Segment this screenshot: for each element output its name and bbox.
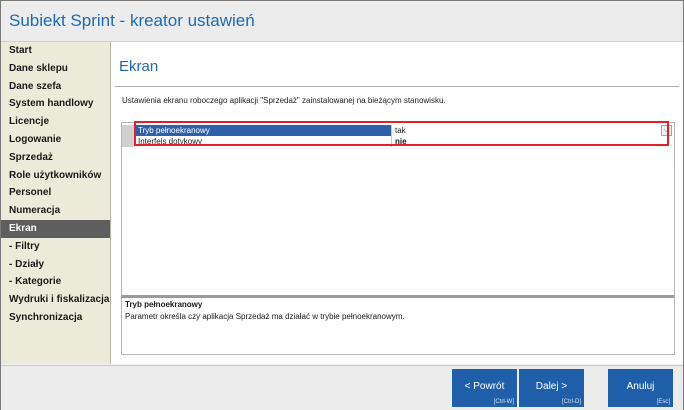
sidebar-item-logowanie[interactable]: Logowanie (1, 131, 110, 149)
next-button[interactable]: Dalej > [Ctrl-D] (519, 369, 584, 407)
title-bar: Subiekt Sprint - kreator ustawień (1, 1, 683, 42)
setting-row-fullscreen[interactable]: Tryb pełnoekranowy tak ⌵ (122, 125, 674, 136)
setting-description-title: Tryb pełnoekranowy (125, 300, 203, 309)
setting-value[interactable]: nie (391, 136, 663, 147)
next-button-label: Dalej > (535, 381, 568, 392)
sidebar-item-sprzedaz[interactable]: Sprzedaż (1, 149, 110, 167)
app-window: Subiekt Sprint - kreator ustawień Start … (0, 0, 684, 410)
cancel-button-label: Anuluj (626, 381, 655, 392)
chevron-down-icon[interactable]: ⌵ (661, 125, 672, 136)
setting-name: Interfejs dotykowy (135, 136, 391, 147)
sidebar-item-dane-sklepu[interactable]: Dane sklepu (1, 60, 110, 78)
sidebar-item-synchronizacja[interactable]: Synchronizacja (1, 309, 110, 327)
setting-row-touch[interactable]: Interfejs dotykowy nie (122, 136, 674, 147)
row-header (122, 136, 135, 147)
sidebar-item-numeracja[interactable]: Numeracja (1, 202, 110, 220)
sidebar-item-filtry[interactable]: - Filtry (1, 238, 110, 256)
sidebar-item-wydruki[interactable]: Wydruki i fiskalizacja (1, 291, 110, 309)
sidebar-item-personel[interactable]: Personel (1, 184, 110, 202)
back-button[interactable]: < Powrót [Ctrl-W] (452, 369, 517, 407)
next-button-shortcut: [Ctrl-D] (562, 399, 581, 405)
back-button-label: < Powrót (464, 381, 505, 392)
setting-description-panel: Tryb pełnoekranowy Parametr określa czy … (121, 295, 675, 355)
cancel-button-shortcut: [Esc] (656, 399, 670, 405)
setting-value-select[interactable]: tak (391, 125, 663, 136)
sidebar-item-licencje[interactable]: Licencje (1, 113, 110, 131)
main-panel: Ekran Ustawienia ekranu roboczego aplika… (111, 42, 683, 364)
setting-description-text: Parametr określa czy aplikacja Sprzedaż … (125, 312, 405, 321)
button-bar: < Powrót [Ctrl-W] Dalej > [Ctrl-D] Anulu… (1, 365, 683, 410)
sidebar-item-dzialy[interactable]: - Działy (1, 256, 110, 274)
sidebar-item-system-handlowy[interactable]: System handlowy (1, 95, 110, 113)
sidebar-item-role-uzytkownikow[interactable]: Role użytkowników (1, 167, 110, 185)
page-title: Ekran (119, 58, 159, 75)
cancel-button[interactable]: Anuluj [Esc] (608, 369, 673, 407)
window-title: Subiekt Sprint - kreator ustawień (9, 11, 255, 30)
sidebar-item-kategorie[interactable]: - Kategorie (1, 273, 110, 291)
setting-name: Tryb pełnoekranowy (135, 125, 391, 136)
row-header (122, 125, 135, 136)
sidebar-item-dane-szefa[interactable]: Dane szefa (1, 78, 110, 96)
back-button-shortcut: [Ctrl-W] (493, 399, 514, 405)
heading-divider (115, 86, 679, 87)
sidebar-item-start[interactable]: Start (1, 42, 110, 60)
page-description: Ustawienia ekranu roboczego aplikacji "S… (122, 96, 446, 105)
sidebar-item-ekran[interactable]: Ekran (1, 219, 110, 238)
settings-grid: Tryb pełnoekranowy tak ⌵ Interfejs dotyk… (121, 122, 675, 298)
sidebar: Start Dane sklepu Dane szefa System hand… (1, 42, 111, 364)
